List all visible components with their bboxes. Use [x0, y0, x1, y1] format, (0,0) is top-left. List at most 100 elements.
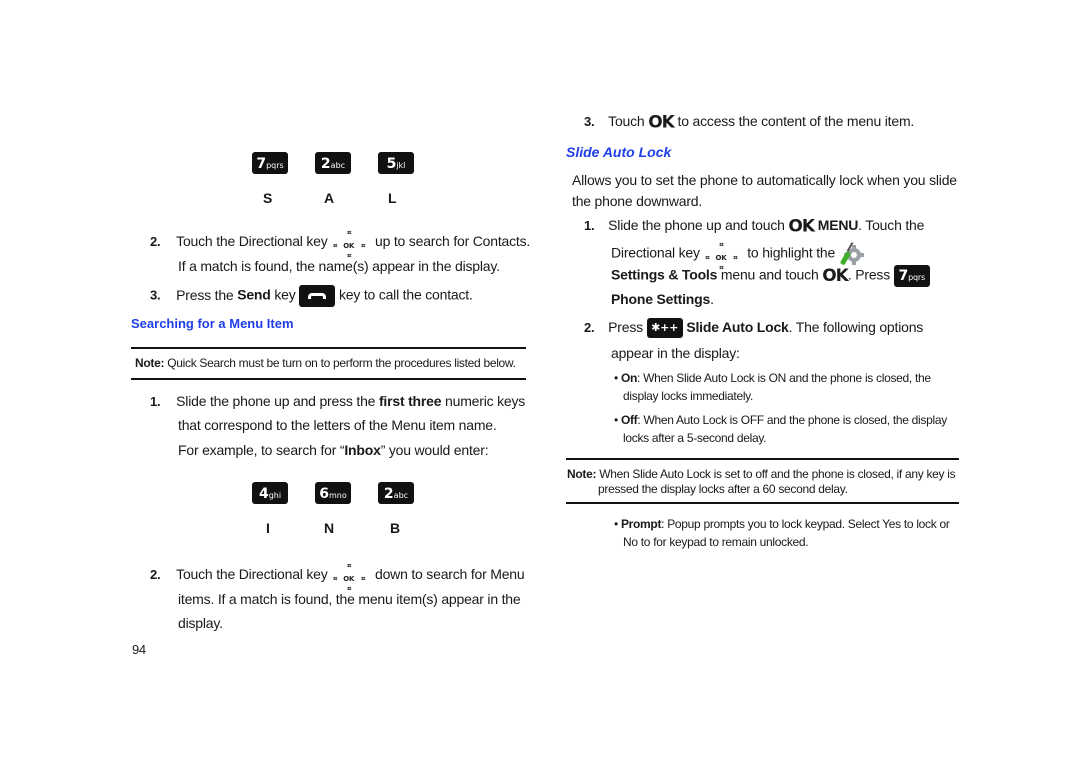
key-letter: I — [266, 520, 270, 536]
step-text: Press — [608, 319, 643, 335]
step-text: Slide the phone up and touch — [608, 217, 785, 233]
phone-settings-label: Phone Settings — [611, 291, 711, 307]
step-text: key — [274, 286, 296, 303]
step-3-send: 3. Press the Send key key to call the co… — [150, 285, 473, 307]
ok-key-icon: OK — [822, 266, 849, 286]
step-text: display. — [178, 615, 223, 631]
step-text: that correspond to the letters of the Me… — [178, 417, 497, 433]
step-text: If a match is found, the name(s) appear … — [178, 258, 500, 274]
ok-key-icon: OK — [788, 216, 815, 237]
step-text: Touch the Directional key — [176, 233, 328, 249]
note-label: Note: — [567, 467, 597, 481]
note-text: When Slide Auto Lock is set to off and t… — [599, 467, 956, 481]
directional-key-icon: ⌗ ⌗ OK ⌗ ⌗ — [333, 229, 366, 261]
option-on: • On: When Slide Auto Lock is ON and the… — [614, 371, 931, 385]
bold-text: Inbox — [344, 442, 381, 458]
step-text: Directional key — [611, 244, 700, 261]
step-2-slide-auto-lock: 2. Press ✱++ Slide Auto Lock. The follow… — [584, 318, 924, 339]
key-letter: L — [388, 190, 397, 206]
step-line: Settings & Tools menu and touch OK. Pres… — [611, 265, 930, 287]
step-2-contacts: 2. Touch the Directional key ⌗ ⌗ OK ⌗ ⌗ up t… — [150, 229, 531, 261]
step-text: . Touch the — [858, 217, 925, 233]
star-key-icon: ✱++ — [646, 318, 683, 339]
step-text: to access the content of the menu item. — [677, 113, 915, 129]
option-text: No to for keypad to remain unlocked. — [623, 535, 809, 549]
option-text: display locks immediately. — [623, 389, 754, 403]
option-label: Off — [620, 413, 638, 427]
key-4-icon: 4ghi — [252, 482, 288, 504]
step-2-menu: 2. Touch the Directional key ⌗ ⌗ OK ⌗ ⌗ down… — [150, 562, 525, 594]
step-1-menu: 1. Slide the phone up and press the firs… — [150, 392, 525, 411]
step-text: down to search for Menu — [374, 566, 525, 582]
note-text: Quick Search must be turn on to perform … — [167, 356, 516, 370]
section-heading-menu-search: Searching for a Menu Item — [131, 316, 294, 331]
step-1-settings: 1. Slide the phone up and touch OK MENU.… — [584, 216, 924, 235]
note-divider-bottom — [566, 502, 959, 504]
step-text: up to search for Contacts. — [374, 233, 531, 249]
note-quick-search: Note: Quick Search must be turn on to pe… — [135, 356, 516, 371]
page-number: 94 — [132, 642, 146, 657]
step-text: . The following options — [788, 319, 924, 335]
step-text: . — [710, 291, 714, 307]
note-slide-auto-lock: Note: When Slide Auto Lock is set to off… — [567, 467, 956, 482]
key-letter: N — [324, 520, 335, 536]
key-letter: S — [263, 190, 273, 206]
step-text: appear in the display: — [611, 345, 740, 361]
step-text: key to call the contact. — [338, 286, 473, 303]
key-7-icon: 7pqrs — [252, 152, 288, 174]
step-number: 2. — [584, 320, 595, 335]
note-divider-top — [566, 458, 959, 460]
directional-key-icon: ⌗ ⌗ OK ⌗ ⌗ — [333, 562, 366, 594]
option-off: • Off: When Auto Lock is OFF and the pho… — [614, 413, 947, 427]
bold-text: first three — [378, 393, 442, 409]
option-label: Prompt — [620, 517, 662, 531]
key-2-icon: 2abc — [378, 482, 414, 504]
option-text: : When Auto Lock is OFF and the phone is… — [637, 413, 947, 427]
note-label: Note: — [135, 356, 165, 370]
step-example: For example, to search for “Inbox” you w… — [178, 441, 489, 459]
step-text: menu and touch — [720, 266, 819, 283]
key-7-icon: 7pqrs — [893, 265, 930, 287]
key-2-icon: 2abc — [315, 152, 351, 174]
send-label: Send — [237, 286, 271, 303]
option-label: On — [620, 371, 638, 385]
option-text: : Popup prompts you to lock keypad. Sele… — [661, 517, 950, 531]
step-number: 2. — [150, 567, 161, 582]
ok-key-icon: OK — [648, 112, 675, 133]
key-letter: A — [324, 190, 335, 206]
directional-key-icon: ⌗ ⌗ OK ⌗ ⌗ — [705, 241, 738, 272]
step-text: items. If a match is found, the menu ite… — [178, 591, 521, 607]
key-5-icon: 5jkl — [378, 152, 414, 174]
section-heading-slide-auto-lock: Slide Auto Lock — [566, 144, 672, 160]
step-text: to highlight the — [747, 244, 836, 261]
step-text: . Press — [847, 266, 891, 283]
step-number: 3. — [150, 287, 161, 303]
bold-text: Slide Auto Lock — [686, 319, 789, 335]
step-text: Touch the Directional key — [176, 566, 328, 582]
settings-tools-label: Settings & Tools — [611, 266, 718, 283]
step-line: Phone Settings. — [611, 290, 714, 308]
step-number: 2. — [150, 234, 161, 249]
step-text: Press the — [176, 286, 234, 303]
note-divider-bottom — [131, 378, 526, 380]
key-letter: B — [390, 520, 401, 536]
step-text: numeric keys — [445, 393, 526, 409]
step-number: 3. — [584, 114, 595, 129]
key-6-icon: 6mno — [315, 482, 351, 504]
note-text: pressed the display locks after a 60 sec… — [598, 482, 848, 496]
step-text: Touch — [608, 113, 645, 129]
step-text: Slide the phone up and press the — [176, 393, 376, 409]
step-text: ” you would enter: — [380, 442, 489, 458]
step-number: 1. — [150, 394, 161, 409]
settings-tools-icon — [840, 242, 864, 265]
intro-text: Allows you to set the phone to automatic… — [572, 172, 957, 188]
option-prompt: • Prompt: Popup prompts you to lock keyp… — [614, 517, 950, 531]
option-text: : When Slide Auto Lock is ON and the pho… — [637, 371, 931, 385]
option-text: locks after a 5-second delay. — [623, 431, 767, 445]
step-line: Directional key ⌗ ⌗ OK ⌗ ⌗ to highlight the — [611, 241, 865, 272]
menu-label: MENU — [817, 217, 859, 233]
step-number: 1. — [584, 218, 595, 233]
step-text: For example, to search for “ — [178, 442, 345, 458]
step-3-ok: 3. Touch OK to access the content of the… — [584, 112, 914, 131]
note-divider-top — [131, 347, 526, 349]
